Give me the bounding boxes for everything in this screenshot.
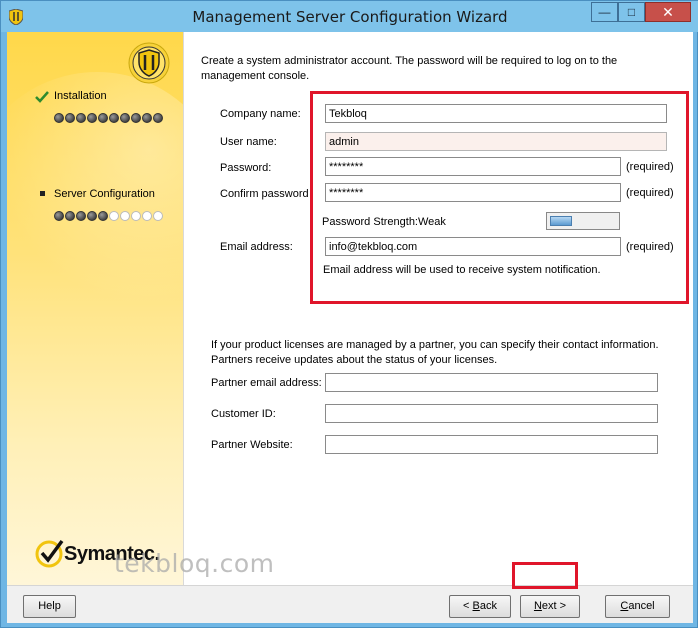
next-button-rest: ext > bbox=[541, 600, 567, 612]
cancel-button-rest: ancel bbox=[628, 600, 655, 612]
progress-dot bbox=[142, 211, 152, 221]
progress-dot bbox=[153, 113, 163, 123]
step-progress-server-configuration bbox=[54, 211, 163, 221]
back-button-accel: B bbox=[472, 600, 480, 612]
account-intro-text: Create a system administrator account. T… bbox=[201, 55, 618, 82]
progress-dot bbox=[153, 211, 163, 221]
maximize-button[interactable]: □ bbox=[618, 2, 645, 22]
customer-id-input[interactable] bbox=[325, 404, 658, 423]
minimize-button[interactable]: — bbox=[591, 2, 618, 22]
progress-dot bbox=[87, 113, 97, 123]
email-required-note: (required) bbox=[626, 241, 674, 253]
next-button-accel: N bbox=[533, 600, 542, 612]
email-note-text: Email address will be used to receive sy… bbox=[323, 264, 601, 276]
password-strength-meter bbox=[546, 212, 620, 230]
progress-dot bbox=[142, 113, 152, 123]
progress-dot bbox=[109, 113, 119, 123]
progress-dot bbox=[76, 113, 86, 123]
highlight-box-next bbox=[512, 562, 578, 589]
confirm-password-input[interactable] bbox=[325, 183, 621, 202]
symantec-shield-icon bbox=[128, 42, 170, 84]
company-name-label: Company name: bbox=[220, 108, 301, 120]
watermark-text: tekbloq.com bbox=[114, 549, 275, 578]
email-address-input[interactable] bbox=[325, 237, 621, 256]
cancel-button[interactable]: Cancel bbox=[605, 595, 670, 618]
password-strength-label: Password Strength:Weak bbox=[322, 216, 446, 228]
company-name-input[interactable] bbox=[325, 104, 667, 123]
password-label: Password: bbox=[220, 162, 272, 174]
password-required-note: (required) bbox=[626, 161, 674, 173]
wizard-footer: Help < Back Next > Cancel bbox=[7, 586, 693, 623]
progress-dot bbox=[54, 113, 64, 123]
wizard-sidebar: Installation Server Configuration Symant… bbox=[7, 32, 183, 585]
progress-dot bbox=[54, 211, 64, 221]
progress-dot bbox=[98, 211, 108, 221]
wizard-client-area: Installation Server Configuration Symant… bbox=[7, 32, 693, 623]
progress-dot bbox=[131, 113, 141, 123]
step-label-server-configuration: Server Configuration bbox=[54, 188, 155, 200]
progress-dot bbox=[87, 211, 97, 221]
progress-dot bbox=[76, 211, 86, 221]
help-button[interactable]: Help bbox=[23, 595, 76, 618]
step-progress-installation bbox=[54, 113, 163, 123]
progress-dot bbox=[131, 211, 141, 221]
progress-dot bbox=[109, 211, 119, 221]
partner-email-label: Partner email address: bbox=[211, 377, 322, 389]
wizard-window: Management Server Configuration Wizard —… bbox=[0, 0, 698, 628]
partner-intro-text: If your product licenses are managed by … bbox=[211, 339, 659, 366]
password-strength-fill bbox=[550, 216, 572, 226]
title-bar[interactable]: Management Server Configuration Wizard —… bbox=[1, 1, 698, 32]
confirm-password-required-note: (required) bbox=[626, 187, 674, 199]
email-address-label: Email address: bbox=[220, 241, 293, 253]
partner-website-label: Partner Website: bbox=[211, 439, 293, 451]
progress-dot bbox=[120, 211, 130, 221]
password-input[interactable] bbox=[325, 157, 621, 176]
user-name-input[interactable] bbox=[325, 132, 667, 151]
progress-dot bbox=[98, 113, 108, 123]
next-button[interactable]: Next > bbox=[520, 595, 580, 618]
close-button[interactable]: ✕ bbox=[645, 2, 691, 22]
user-name-label: User name: bbox=[220, 136, 277, 148]
progress-dot bbox=[65, 211, 75, 221]
back-button[interactable]: < Back bbox=[449, 595, 511, 618]
progress-dot bbox=[65, 113, 75, 123]
back-button-rest: ack bbox=[479, 600, 497, 612]
partner-email-input[interactable] bbox=[325, 373, 658, 392]
bullet-icon bbox=[40, 191, 45, 196]
partner-website-input[interactable] bbox=[325, 435, 658, 454]
step-label-installation: Installation bbox=[54, 90, 107, 102]
customer-id-label: Customer ID: bbox=[211, 408, 276, 420]
confirm-password-label: Confirm password bbox=[220, 188, 309, 200]
wizard-content: Create a system administrator account. T… bbox=[184, 32, 693, 585]
back-button-prefix: < bbox=[463, 600, 473, 612]
progress-dot bbox=[120, 113, 130, 123]
check-icon bbox=[35, 91, 49, 103]
sidebar-swoosh-decoration bbox=[7, 72, 183, 332]
